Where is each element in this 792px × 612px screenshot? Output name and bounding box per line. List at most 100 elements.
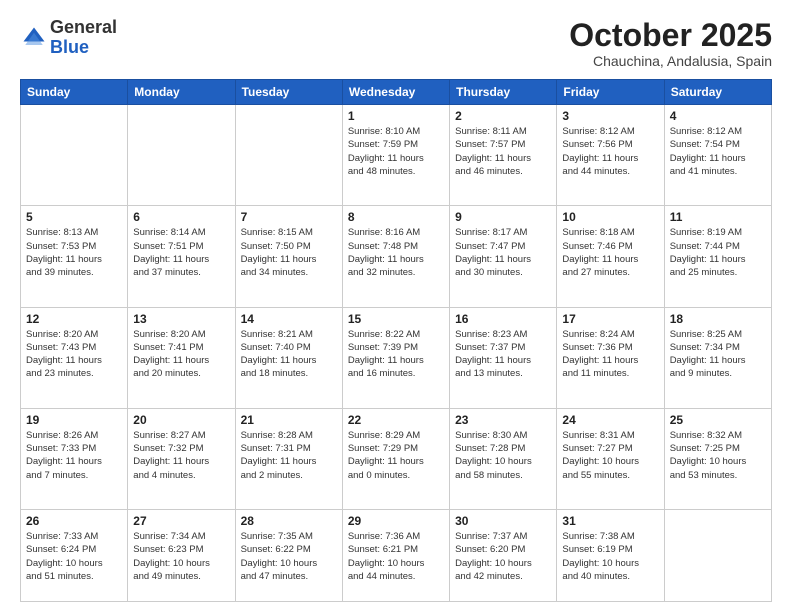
day-info: Sunrise: 8:26 AM Sunset: 7:33 PM Dayligh… bbox=[26, 429, 122, 482]
day-cell: 16Sunrise: 8:23 AM Sunset: 7:37 PM Dayli… bbox=[450, 307, 557, 408]
day-cell: 30 Sunrise: 7:37 AM Sunset: 6:20 PM Dayli… bbox=[450, 509, 557, 601]
day-number: 4 bbox=[670, 109, 766, 123]
header: General Blue October 2025 Chauchina, And… bbox=[20, 18, 772, 69]
day-number: 14 bbox=[241, 312, 337, 326]
day-info: Sunrise: 8:16 AM Sunset: 7:48 PM Dayligh… bbox=[348, 226, 444, 279]
day-number: 10 bbox=[562, 210, 658, 224]
day-number: 12 bbox=[26, 312, 122, 326]
day-cell: 21Sunrise: 8:28 AM Sunset: 7:31 PM Dayli… bbox=[235, 408, 342, 509]
day-number: 27 bbox=[133, 514, 229, 528]
day-number: 5 bbox=[26, 210, 122, 224]
day-info: Sunrise: 7:35 AM Sunset: 6:22 PM Dayligh… bbox=[241, 530, 337, 583]
day-cell: 7 Sunrise: 8:15 AM Sunset: 7:50 PM Daylig… bbox=[235, 206, 342, 307]
day-info: Sunrise: 8:20 AM Sunset: 7:43 PM Dayligh… bbox=[26, 328, 122, 381]
day-number: 13 bbox=[133, 312, 229, 326]
week-row-2: 5Sunrise: 8:13 AM Sunset: 7:53 PM Daylig… bbox=[21, 206, 772, 307]
day-cell: 11 Sunrise: 8:19 AM Sunset: 7:44 PM Dayli… bbox=[664, 206, 771, 307]
day-number: 30 bbox=[455, 514, 551, 528]
day-cell: 27 Sunrise: 7:34 AM Sunset: 6:23 PM Dayli… bbox=[128, 509, 235, 601]
day-number: 6 bbox=[133, 210, 229, 224]
day-header-thursday: Thursday bbox=[450, 80, 557, 105]
day-number: 28 bbox=[241, 514, 337, 528]
day-number: 8 bbox=[348, 210, 444, 224]
day-number: 15 bbox=[348, 312, 444, 326]
day-cell: 22Sunrise: 8:29 AM Sunset: 7:29 PM Dayli… bbox=[342, 408, 449, 509]
day-header-tuesday: Tuesday bbox=[235, 80, 342, 105]
day-info: Sunrise: 8:20 AM Sunset: 7:41 PM Dayligh… bbox=[133, 328, 229, 381]
day-cell: 26 Sunrise: 7:33 AM Sunset: 6:24 PM Dayli… bbox=[21, 509, 128, 601]
day-info: Sunrise: 8:12 AM Sunset: 7:54 PM Dayligh… bbox=[670, 125, 766, 178]
day-header-monday: Monday bbox=[128, 80, 235, 105]
day-cell: 5Sunrise: 8:13 AM Sunset: 7:53 PM Daylig… bbox=[21, 206, 128, 307]
day-cell: 2 Sunrise: 8:11 AM Sunset: 7:57 PM Daylig… bbox=[450, 105, 557, 206]
logo-icon bbox=[20, 24, 48, 52]
day-cell: 31 Sunrise: 7:38 AM Sunset: 6:19 PM Dayli… bbox=[557, 509, 664, 601]
location: Chauchina, Andalusia, Spain bbox=[569, 53, 772, 69]
day-cell: 15 Sunrise: 8:22 AM Sunset: 7:39 PM Dayli… bbox=[342, 307, 449, 408]
day-info: Sunrise: 8:10 AM Sunset: 7:59 PM Dayligh… bbox=[348, 125, 444, 178]
day-number: 7 bbox=[241, 210, 337, 224]
day-cell: 8 Sunrise: 8:16 AM Sunset: 7:48 PM Daylig… bbox=[342, 206, 449, 307]
day-info: Sunrise: 8:12 AM Sunset: 7:56 PM Dayligh… bbox=[562, 125, 658, 178]
page: General Blue October 2025 Chauchina, And… bbox=[0, 0, 792, 612]
day-number: 9 bbox=[455, 210, 551, 224]
day-cell: 10 Sunrise: 8:18 AM Sunset: 7:46 PM Dayli… bbox=[557, 206, 664, 307]
day-number: 3 bbox=[562, 109, 658, 123]
day-cell: 13 Sunrise: 8:20 AM Sunset: 7:41 PM Dayli… bbox=[128, 307, 235, 408]
day-number: 31 bbox=[562, 514, 658, 528]
day-cell: 1 Sunrise: 8:10 AM Sunset: 7:59 PM Daylig… bbox=[342, 105, 449, 206]
day-cell: 20 Sunrise: 8:27 AM Sunset: 7:32 PM Dayli… bbox=[128, 408, 235, 509]
day-info: Sunrise: 7:37 AM Sunset: 6:20 PM Dayligh… bbox=[455, 530, 551, 583]
day-info: Sunrise: 8:15 AM Sunset: 7:50 PM Dayligh… bbox=[241, 226, 337, 279]
day-info: Sunrise: 8:25 AM Sunset: 7:34 PM Dayligh… bbox=[670, 328, 766, 381]
month-title: October 2025 bbox=[569, 18, 772, 53]
week-row-4: 19 Sunrise: 8:26 AM Sunset: 7:33 PM Dayli… bbox=[21, 408, 772, 509]
day-info: Sunrise: 8:32 AM Sunset: 7:25 PM Dayligh… bbox=[670, 429, 766, 482]
day-number: 2 bbox=[455, 109, 551, 123]
day-info: Sunrise: 7:34 AM Sunset: 6:23 PM Dayligh… bbox=[133, 530, 229, 583]
title-block: October 2025 Chauchina, Andalusia, Spain bbox=[569, 18, 772, 69]
day-cell bbox=[664, 509, 771, 601]
logo-blue: Blue bbox=[50, 37, 89, 57]
day-number: 19 bbox=[26, 413, 122, 427]
day-info: Sunrise: 8:19 AM Sunset: 7:44 PM Dayligh… bbox=[670, 226, 766, 279]
day-number: 17 bbox=[562, 312, 658, 326]
day-header-friday: Friday bbox=[557, 80, 664, 105]
calendar: SundayMondayTuesdayWednesdayThursdayFrid… bbox=[20, 79, 772, 602]
day-info: Sunrise: 8:27 AM Sunset: 7:32 PM Dayligh… bbox=[133, 429, 229, 482]
day-info: Sunrise: 8:22 AM Sunset: 7:39 PM Dayligh… bbox=[348, 328, 444, 381]
logo-general: General bbox=[50, 17, 117, 37]
day-number: 20 bbox=[133, 413, 229, 427]
day-cell bbox=[235, 105, 342, 206]
day-info: Sunrise: 8:11 AM Sunset: 7:57 PM Dayligh… bbox=[455, 125, 551, 178]
day-cell: 14 Sunrise: 8:21 AM Sunset: 7:40 PM Dayli… bbox=[235, 307, 342, 408]
day-cell: 25 Sunrise: 8:32 AM Sunset: 7:25 PM Dayli… bbox=[664, 408, 771, 509]
day-cell: 23Sunrise: 8:30 AM Sunset: 7:28 PM Dayli… bbox=[450, 408, 557, 509]
day-cell: 9 Sunrise: 8:17 AM Sunset: 7:47 PM Daylig… bbox=[450, 206, 557, 307]
day-info: Sunrise: 8:18 AM Sunset: 7:46 PM Dayligh… bbox=[562, 226, 658, 279]
day-number: 11 bbox=[670, 210, 766, 224]
day-cell: 12 Sunrise: 8:20 AM Sunset: 7:43 PM Dayli… bbox=[21, 307, 128, 408]
day-number: 1 bbox=[348, 109, 444, 123]
day-info: Sunrise: 8:14 AM Sunset: 7:51 PM Dayligh… bbox=[133, 226, 229, 279]
day-info: Sunrise: 8:23 AM Sunset: 7:37 PM Dayligh… bbox=[455, 328, 551, 381]
week-row-5: 26 Sunrise: 7:33 AM Sunset: 6:24 PM Dayli… bbox=[21, 509, 772, 601]
day-cell: 19 Sunrise: 8:26 AM Sunset: 7:33 PM Dayli… bbox=[21, 408, 128, 509]
day-number: 25 bbox=[670, 413, 766, 427]
day-info: Sunrise: 8:17 AM Sunset: 7:47 PM Dayligh… bbox=[455, 226, 551, 279]
day-info: Sunrise: 7:38 AM Sunset: 6:19 PM Dayligh… bbox=[562, 530, 658, 583]
day-info: Sunrise: 7:33 AM Sunset: 6:24 PM Dayligh… bbox=[26, 530, 122, 583]
day-cell: 17 Sunrise: 8:24 AM Sunset: 7:36 PM Dayli… bbox=[557, 307, 664, 408]
day-number: 22 bbox=[348, 413, 444, 427]
day-cell: 4 Sunrise: 8:12 AM Sunset: 7:54 PM Daylig… bbox=[664, 105, 771, 206]
day-info: Sunrise: 8:31 AM Sunset: 7:27 PM Dayligh… bbox=[562, 429, 658, 482]
day-info: Sunrise: 8:24 AM Sunset: 7:36 PM Dayligh… bbox=[562, 328, 658, 381]
day-cell bbox=[21, 105, 128, 206]
day-info: Sunrise: 8:21 AM Sunset: 7:40 PM Dayligh… bbox=[241, 328, 337, 381]
day-cell: 29Sunrise: 7:36 AM Sunset: 6:21 PM Dayli… bbox=[342, 509, 449, 601]
day-number: 24 bbox=[562, 413, 658, 427]
day-cell: 18Sunrise: 8:25 AM Sunset: 7:34 PM Dayli… bbox=[664, 307, 771, 408]
day-number: 21 bbox=[241, 413, 337, 427]
day-number: 26 bbox=[26, 514, 122, 528]
logo-text: General Blue bbox=[50, 18, 117, 58]
